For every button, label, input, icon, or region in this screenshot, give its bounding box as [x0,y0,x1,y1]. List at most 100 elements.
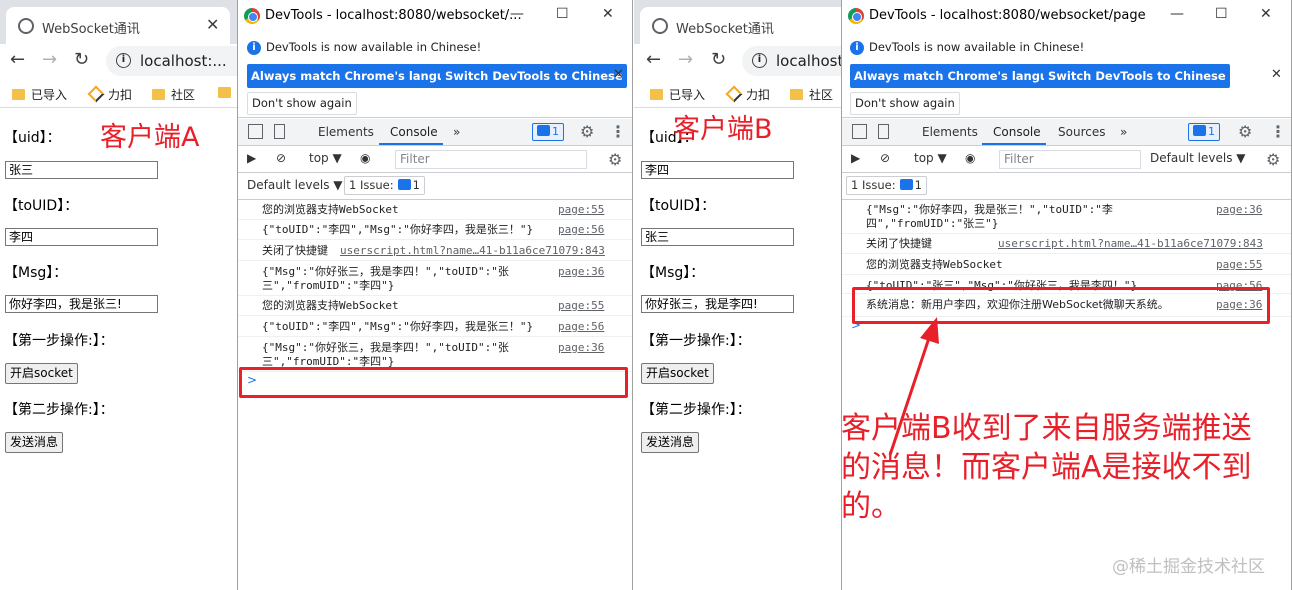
tab-elements[interactable]: Elements [318,125,374,139]
source-link[interactable]: page:55 [558,299,604,313]
bookmark-community[interactable]: 社区 [152,86,195,103]
filter-input[interactable]: Filter [999,150,1141,169]
reload-icon[interactable]: ↻ [74,49,89,70]
close-icon[interactable]: ✕ [1271,67,1282,82]
close-icon[interactable]: ✕ [206,15,219,34]
console-toolbar-2: Default levels ▼ 1 Issue: 1 [238,173,632,200]
uid-input[interactable]: 张三 [5,161,158,179]
browser-toolbar: ← → ↻ i localhost:... [0,44,237,77]
folder-icon [218,87,231,98]
source-link[interactable]: page:36 [558,265,604,279]
send-message-button[interactable]: 发送消息 [5,432,64,453]
touid-input[interactable]: 张三 [641,228,794,246]
more-options-icon[interactable]: ⋮ [1270,122,1286,141]
console-message: 您的浏览器支持WebSocket page:55 [842,255,1291,275]
info-icon[interactable]: i [116,53,131,68]
dont-show-again-button[interactable]: Don't show again [850,92,960,115]
source-link[interactable]: page:55 [1216,258,1262,272]
uid-input[interactable]: 李四 [641,161,794,179]
back-icon[interactable]: ← [646,49,661,70]
bookmark-leetcode[interactable]: 力扣 [725,85,770,103]
source-link[interactable]: page:36 [1216,203,1262,217]
sidebar-toggle-icon[interactable]: ▶ [851,151,860,165]
bookmark-leetcode[interactable]: 力扣 [87,85,132,103]
close-icon[interactable]: ✕ [613,67,624,82]
send-message-button[interactable]: 发送消息 [641,432,700,453]
console-settings-icon[interactable]: ⚙ [1266,150,1280,169]
highlight-box [852,287,1270,324]
log-levels-selector[interactable]: Default levels ▼ [1150,151,1246,165]
forward-icon[interactable]: → [42,49,57,70]
msg-label: 【Msg】： [4,265,68,281]
source-link[interactable]: page:55 [558,203,604,217]
always-match-button[interactable]: Always match Chrome's language [850,64,1076,88]
more-options-icon[interactable]: ⋮ [610,122,626,141]
source-link[interactable]: page:56 [558,223,604,237]
panel-tab-strip: Elements Console Sources » 1 ⚙ ⋮ [842,119,1291,146]
open-socket-button[interactable]: 开启socket [5,363,78,384]
always-match-button[interactable]: Always match Chrome's language [247,64,473,88]
msg-input[interactable]: 你好张三，我是李四! [641,295,794,313]
folder-icon [152,89,165,100]
maximize-icon[interactable]: ☐ [1215,6,1228,22]
inspect-icon[interactable] [852,124,867,139]
minimize-icon[interactable]: — [510,6,524,22]
issues-badge[interactable]: 1 [532,123,564,141]
bookmark-more[interactable] [218,86,237,100]
eye-icon[interactable]: ◉ [360,151,370,165]
bookmark-imported[interactable]: 已导入 [12,86,67,103]
tab-title: WebSocket通讯 [676,22,774,37]
browser-tab[interactable]: WebSocket通讯 [640,7,842,44]
bookmark-imported[interactable]: 已导入 [650,86,705,103]
reload-icon[interactable]: ↻ [711,49,726,70]
more-tabs-icon[interactable]: » [453,125,460,139]
close-icon[interactable]: ✕ [1260,6,1272,22]
tab-strip: WebSocket通讯 [634,0,842,44]
inspect-icon[interactable] [248,124,263,139]
address-bar[interactable]: i localhost: [742,46,842,76]
switch-chinese-button[interactable]: Switch DevTools to Chinese [1044,64,1230,88]
tab-elements[interactable]: Elements [922,125,978,139]
source-link[interactable]: page:56 [558,320,604,334]
more-tabs-icon[interactable]: » [1120,125,1127,139]
tab-console[interactable]: Console [993,125,1041,139]
console-message: 关闭了快捷键 userscript.html?name…41-b11a6ce71… [238,241,632,261]
source-link[interactable]: page:36 [558,341,604,355]
context-selector[interactable]: top ▼ [309,151,342,165]
infobar-text: DevTools is now available in Chinese! [266,40,482,54]
tab-console[interactable]: Console [390,125,438,139]
tab-sources[interactable]: Sources [1058,125,1105,139]
switch-chinese-button[interactable]: Switch DevTools to Chinese [441,64,627,88]
bookmark-community[interactable]: 社区 [790,86,833,103]
address-text: localhost:... [140,52,227,70]
msg-input[interactable]: 你好李四，我是张三! [5,295,158,313]
issues-button[interactable]: 1 Issue: 1 [344,176,425,195]
settings-icon[interactable]: ⚙ [580,122,594,141]
device-toolbar-icon[interactable] [274,124,285,139]
issues-badge[interactable]: 1 [1188,123,1220,141]
sidebar-toggle-icon[interactable]: ▶ [247,151,256,165]
source-link[interactable]: userscript.html?name…41-b11a6ce71079:843 [998,237,1263,251]
device-toolbar-icon[interactable] [878,124,889,139]
clear-console-icon[interactable]: ⊘ [276,151,286,165]
context-selector[interactable]: top ▼ [914,151,947,165]
console-settings-icon[interactable]: ⚙ [608,150,622,169]
dont-show-again-button[interactable]: Don't show again [247,92,357,115]
maximize-icon[interactable]: ☐ [556,6,569,22]
close-icon[interactable]: ✕ [602,6,614,22]
info-icon[interactable]: i [752,53,767,68]
issues-button[interactable]: 1 Issue: 1 [846,176,927,195]
address-bar[interactable]: i localhost:... [106,46,237,76]
minimize-icon[interactable]: — [1170,6,1184,22]
back-icon[interactable]: ← [10,49,25,70]
source-link[interactable]: userscript.html?name…41-b11a6ce71079:843 [340,244,605,258]
log-levels-selector[interactable]: Default levels ▼ [247,178,343,192]
clear-console-icon[interactable]: ⊘ [880,151,890,165]
eye-icon[interactable]: ◉ [965,151,975,165]
open-socket-button[interactable]: 开启socket [641,363,714,384]
browser-tab[interactable]: WebSocket通讯 ✕ [6,7,230,44]
filter-input[interactable]: Filter [395,150,587,169]
forward-icon[interactable]: → [678,49,693,70]
settings-icon[interactable]: ⚙ [1238,122,1252,141]
touid-input[interactable]: 李四 [5,228,158,246]
